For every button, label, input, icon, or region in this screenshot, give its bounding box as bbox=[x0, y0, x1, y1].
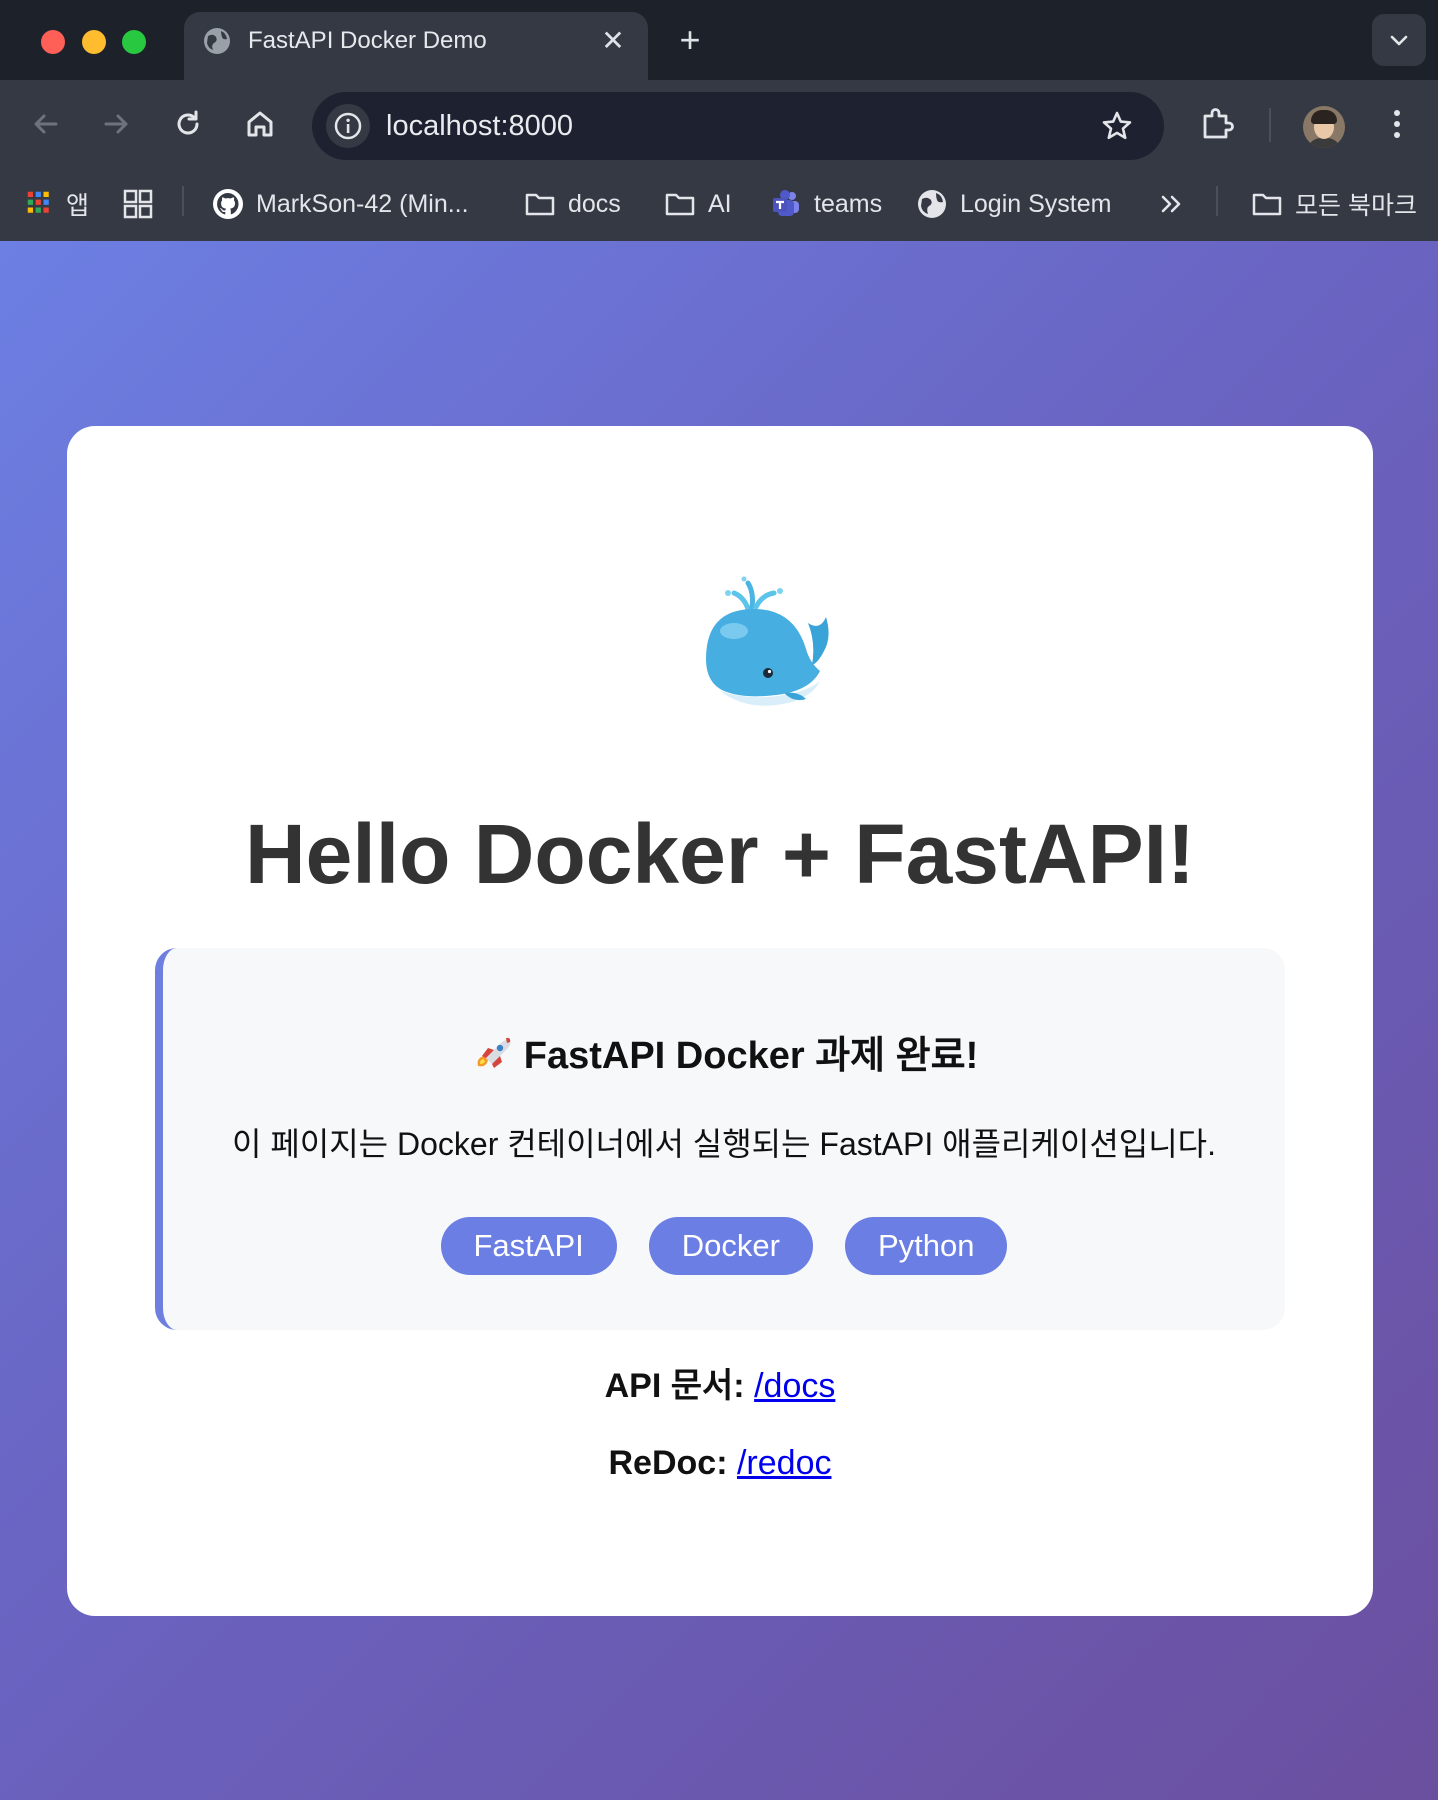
bookmark-login-system[interactable]: Login System bbox=[916, 184, 1111, 224]
tag-badge: Docker bbox=[648, 1217, 813, 1275]
maximize-window-button[interactable] bbox=[122, 30, 146, 54]
info-title-text: FastAPI Docker 과제 완료! bbox=[523, 1035, 979, 1077]
globe-icon bbox=[918, 190, 946, 218]
teams-icon bbox=[773, 190, 799, 216]
double-chevron-right-icon bbox=[1161, 195, 1181, 213]
chevron-down-icon bbox=[1390, 35, 1408, 46]
bookmark-github-label: MarkSon-42 (Min... bbox=[256, 189, 469, 218]
bookmark-teams[interactable]: teams bbox=[770, 184, 882, 224]
bookmarks-bar: 앱 MarkSon-42 (Min... docs AI teams Login… bbox=[0, 172, 1438, 241]
rocket-icon bbox=[477, 1037, 511, 1068]
more-menu-icon[interactable] bbox=[1382, 104, 1412, 144]
tab-search-button[interactable] bbox=[1372, 14, 1426, 66]
minimize-window-button[interactable] bbox=[82, 30, 106, 54]
redoc-link[interactable]: /redoc bbox=[737, 1444, 832, 1482]
new-tab-button[interactable]: + bbox=[672, 22, 708, 58]
home-icon bbox=[247, 111, 273, 137]
redoc-line: ReDoc: /redoc bbox=[67, 1442, 1373, 1484]
bookmark-teams-label: teams bbox=[814, 189, 883, 218]
info-title: FastAPI Docker 과제 완료! bbox=[163, 1033, 1285, 1079]
arrow-right-icon bbox=[104, 114, 128, 134]
tag-list: FastAPI Docker Python bbox=[163, 1217, 1285, 1275]
globe-icon bbox=[204, 28, 230, 54]
toolbar: localhost:8000 bbox=[0, 80, 1438, 172]
home-button[interactable] bbox=[240, 104, 280, 144]
bookmark-all-bookmarks-label: 모든 북마크 bbox=[1295, 192, 1417, 220]
redoc-label: ReDoc: bbox=[608, 1444, 728, 1482]
forward-button[interactable] bbox=[96, 104, 136, 144]
bookmark-apps-label: 앱 bbox=[66, 192, 90, 220]
info-description: 이 페이지는 Docker 컨테이너에서 실행되는 FastAPI 애플리케이션… bbox=[232, 1126, 1216, 1162]
content-card: Hello Docker + FastAPI! FastAPI Docker 과… bbox=[67, 426, 1373, 1616]
github-icon bbox=[213, 189, 243, 219]
profile-avatar[interactable] bbox=[1303, 106, 1345, 148]
info-icon bbox=[334, 112, 362, 140]
tab-title: FastAPI Docker Demo bbox=[248, 27, 487, 54]
close-window-button[interactable] bbox=[41, 30, 65, 54]
bookmarks-overflow-button[interactable] bbox=[1156, 184, 1200, 224]
bookmark-all-bookmarks[interactable]: 모든 북마크 bbox=[1251, 184, 1417, 224]
reload-button[interactable] bbox=[168, 104, 208, 144]
bookmarks-divider bbox=[1216, 186, 1218, 216]
browser-chrome: FastAPI Docker Demo ✕ + localhost:8000 앱… bbox=[0, 0, 1438, 241]
url-text[interactable]: localhost:8000 bbox=[386, 109, 573, 143]
bookmark-docs-label: docs bbox=[568, 189, 621, 218]
bookmarks-divider bbox=[182, 186, 184, 216]
tag-badge: Python bbox=[844, 1217, 1008, 1275]
whale-icon bbox=[706, 576, 829, 706]
bookmark-github[interactable]: MarkSon-42 (Min... bbox=[212, 184, 469, 224]
tab-active[interactable]: FastAPI Docker Demo ✕ bbox=[184, 12, 648, 80]
bookmark-star-icon[interactable] bbox=[1100, 109, 1134, 143]
api-docs-line: API 문서: /docs bbox=[67, 1365, 1373, 1407]
bookmark-tab-groups[interactable] bbox=[122, 184, 166, 224]
bookmark-ai-label: AI bbox=[708, 189, 732, 218]
reload-icon bbox=[177, 110, 199, 135]
info-box: FastAPI Docker 과제 완료! 이 페이지는 Docker 컨테이너… bbox=[155, 948, 1285, 1330]
arrow-left-icon bbox=[34, 114, 58, 134]
toolbar-divider bbox=[1269, 108, 1271, 142]
back-button[interactable] bbox=[26, 104, 66, 144]
bookmark-docs[interactable]: docs bbox=[524, 184, 621, 224]
page-background: Hello Docker + FastAPI! FastAPI Docker 과… bbox=[0, 241, 1438, 1800]
bookmark-ai[interactable]: AI bbox=[664, 184, 732, 224]
apps-grid-icon bbox=[27, 191, 49, 213]
folder-icon bbox=[1252, 193, 1282, 216]
page-title: Hello Docker + FastAPI! bbox=[245, 807, 1195, 901]
extensions-puzzle-icon[interactable] bbox=[1197, 104, 1237, 144]
api-docs-label: API 문서: bbox=[604, 1367, 745, 1405]
folder-icon bbox=[525, 193, 555, 216]
site-info-button[interactable] bbox=[326, 104, 370, 148]
tab-groups-icon bbox=[123, 189, 153, 219]
bookmark-apps[interactable]: 앱 bbox=[26, 184, 89, 224]
address-bar[interactable]: localhost:8000 bbox=[312, 92, 1164, 160]
bookmark-login-system-label: Login System bbox=[960, 189, 1112, 218]
folder-icon bbox=[665, 193, 695, 216]
tag-badge: FastAPI bbox=[440, 1217, 617, 1275]
tab-strip: FastAPI Docker Demo ✕ + bbox=[0, 0, 1438, 80]
api-docs-link[interactable]: /docs bbox=[754, 1367, 835, 1405]
close-tab-icon[interactable]: ✕ bbox=[598, 26, 628, 56]
